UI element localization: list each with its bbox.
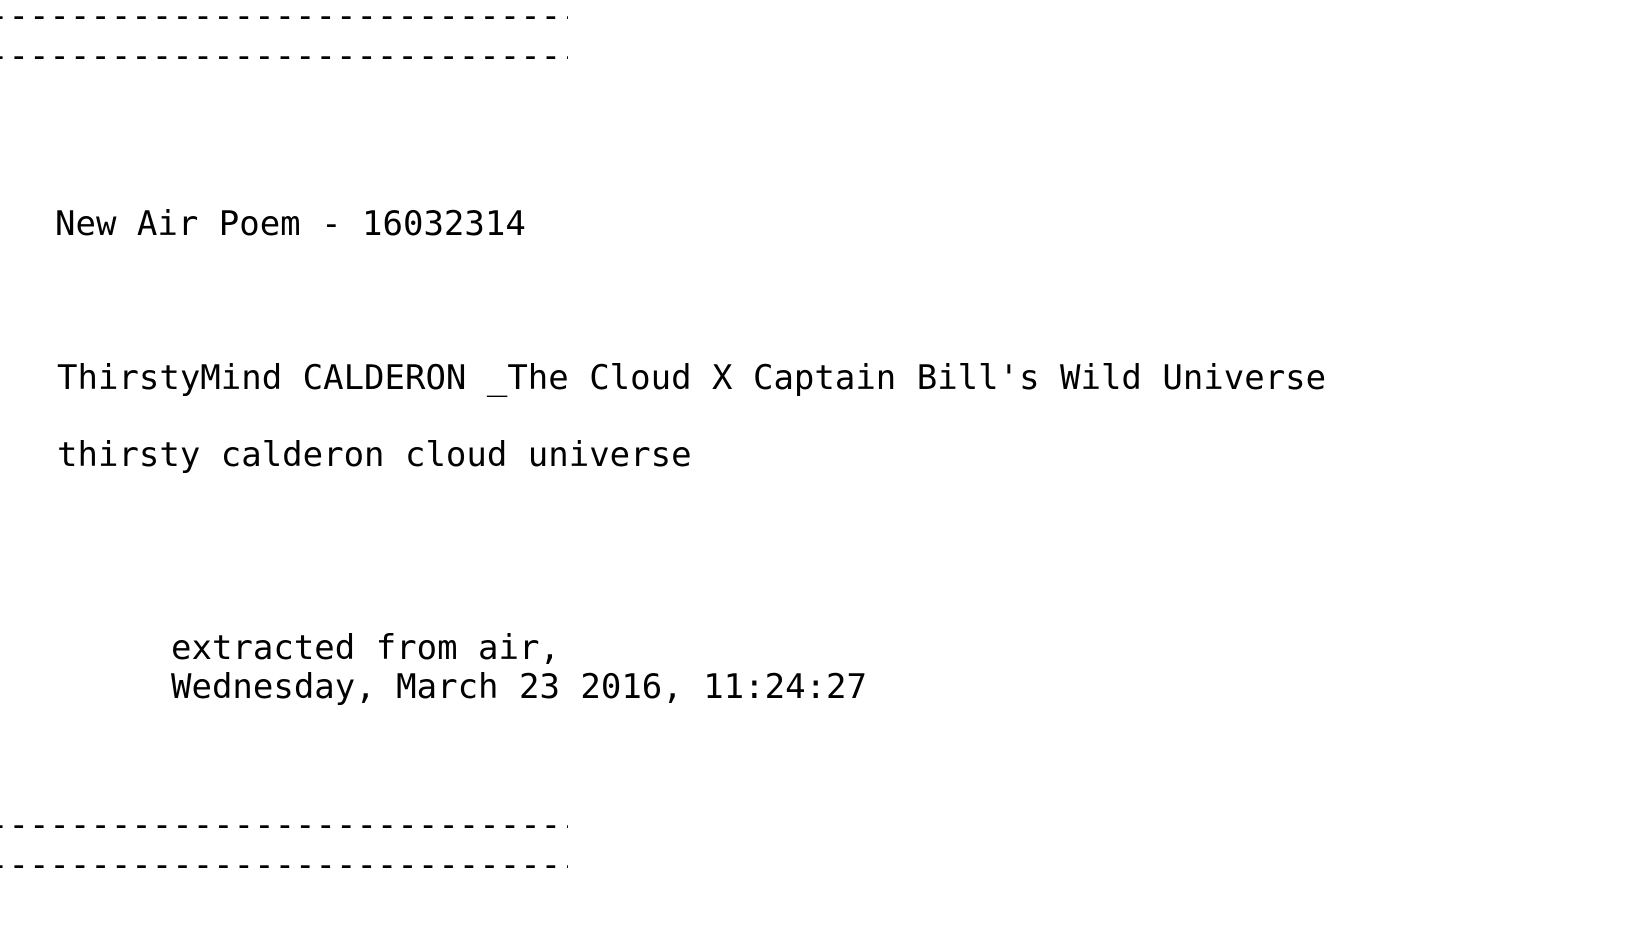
top-separator-1: ----------------------------- bbox=[0, 0, 568, 36]
bottom-separator-1: ----------------------------- bbox=[0, 805, 568, 845]
extraction-label: extracted from air, bbox=[171, 628, 560, 668]
extraction-timestamp: Wednesday, March 23 2016, 11:24:27 bbox=[171, 667, 867, 707]
poem-line-1: ThirstyMind CALDERON _The Cloud X Captai… bbox=[57, 358, 1327, 398]
bottom-separator-2: ----------------------------- bbox=[0, 845, 568, 885]
poem-title: New Air Poem - 16032314 bbox=[55, 204, 526, 244]
poem-line-2: thirsty calderon cloud universe bbox=[57, 435, 692, 475]
top-separator-2: ----------------------------- bbox=[0, 36, 568, 76]
